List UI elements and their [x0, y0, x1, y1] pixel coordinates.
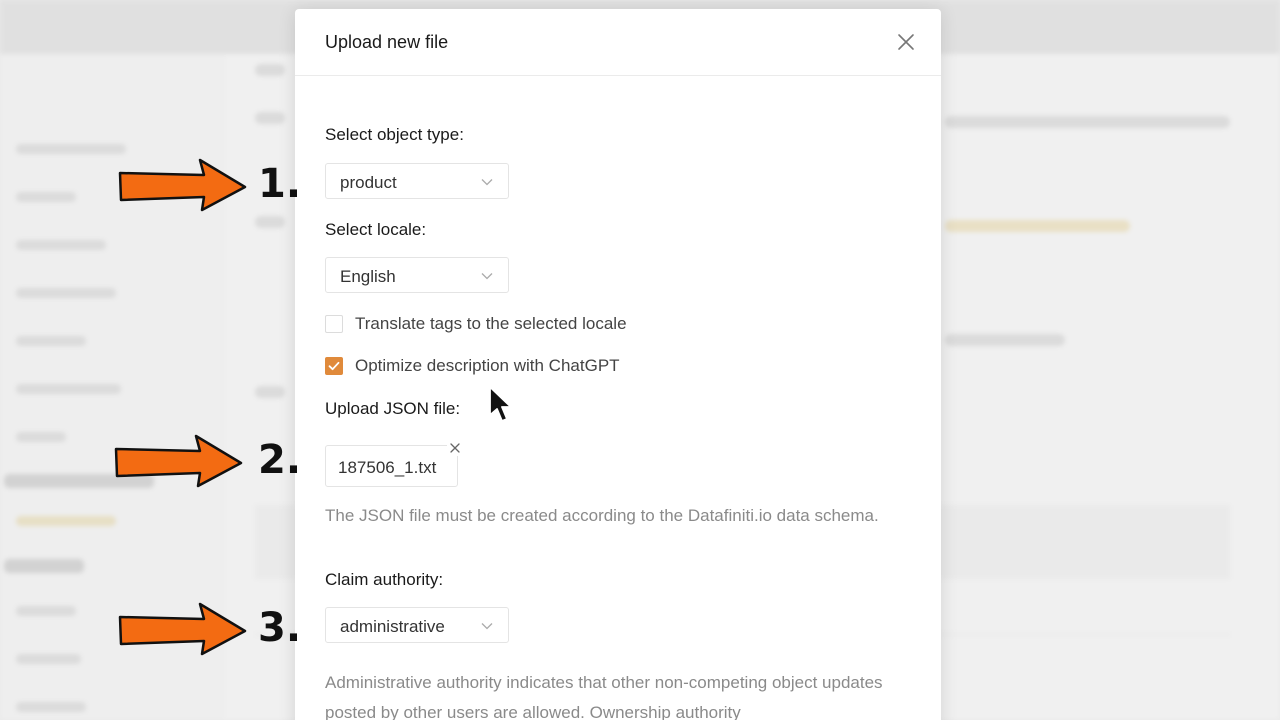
- close-icon: [898, 34, 914, 50]
- background-sidebar-item: [16, 288, 116, 298]
- background-sidebar-item: [16, 336, 86, 346]
- translate-tags-checkbox[interactable]: [325, 315, 343, 333]
- step-number-2: 2.: [258, 437, 302, 483]
- optimize-description-label: Optimize description with ChatGPT: [355, 356, 620, 375]
- arrow-icon: [118, 601, 248, 657]
- uploaded-file-chip[interactable]: 187506_1.txt: [325, 440, 463, 487]
- background-sidebar-item: [16, 240, 106, 250]
- optimize-description-checkbox[interactable]: [325, 357, 343, 375]
- object-type-label: Select object type:: [325, 125, 464, 144]
- remove-file-button[interactable]: [447, 440, 463, 456]
- background-sidebar-item: [16, 384, 121, 394]
- check-icon: [328, 361, 340, 371]
- object-type-value: product: [340, 173, 397, 192]
- chevron-down-icon: [480, 619, 494, 633]
- background-sidebar-item: [16, 516, 116, 526]
- step-number-3: 3.: [258, 605, 302, 651]
- close-button[interactable]: [895, 31, 917, 53]
- locale-select[interactable]: English: [325, 257, 509, 293]
- background-link-line: [945, 220, 1130, 232]
- background-sidebar-item: [16, 702, 86, 712]
- background-text-line: [255, 112, 285, 124]
- background-text-line: [255, 386, 285, 398]
- background-sidebar-item: [16, 654, 81, 664]
- locale-label: Select locale:: [325, 220, 427, 239]
- background-text-line: [945, 116, 1230, 128]
- claim-authority-value: administrative: [340, 617, 445, 636]
- chevron-down-icon: [480, 269, 494, 283]
- background-text-line: [255, 64, 285, 76]
- claim-authority-label: Claim authority:: [325, 570, 444, 589]
- remove-file-icon: [450, 443, 460, 453]
- background-text-line: [945, 334, 1065, 346]
- step-number-1: 1.: [258, 161, 302, 207]
- upload-json-help-text: The JSON file must be created according …: [325, 506, 879, 525]
- background-sidebar-item: [16, 432, 66, 442]
- arrow-icon: [118, 157, 248, 213]
- claim-authority-select[interactable]: administrative: [325, 607, 509, 643]
- arrow-icon: [114, 433, 244, 489]
- chevron-down-icon: [480, 175, 494, 189]
- uploaded-file-name: 187506_1.txt: [338, 458, 437, 477]
- claim-authority-help-text: Administrative authority indicates that …: [325, 673, 883, 720]
- mouse-cursor-icon: [488, 385, 514, 425]
- background-text-line: [255, 216, 285, 228]
- object-type-select[interactable]: product: [325, 163, 509, 199]
- background-sidebar-section: [4, 559, 84, 573]
- background-sidebar-item: [16, 606, 76, 616]
- modal-title: Upload new file: [325, 32, 449, 52]
- locale-value: English: [340, 267, 396, 286]
- modal-header: Upload new file: [295, 9, 941, 76]
- background-sidebar-item: [16, 192, 76, 202]
- background-sidebar-item: [16, 144, 126, 154]
- translate-tags-label: Translate tags to the selected locale: [355, 314, 627, 333]
- upload-json-label: Upload JSON file:: [325, 399, 461, 418]
- upload-file-modal: Upload new file Select object type: prod…: [295, 9, 941, 720]
